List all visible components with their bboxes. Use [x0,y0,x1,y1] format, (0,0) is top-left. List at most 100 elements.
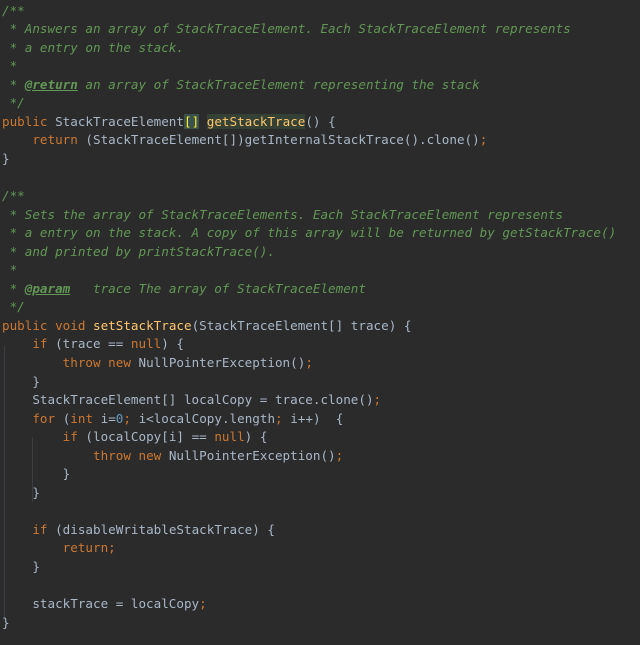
code-line[interactable]: * a entry on the stack. [2,39,184,58]
code-token: setStackTrace [93,317,192,333]
code-line[interactable]: return (StackTraceElement[])getInternalS… [2,131,487,150]
code-line[interactable]: } [2,484,40,503]
code-line[interactable]: if (trace == null) { [2,335,184,354]
code-token: public void [2,317,93,333]
code-line[interactable]: } [2,614,10,633]
code-token: () { [305,113,336,129]
code-token: * [2,262,18,278]
code-token: int [70,410,101,426]
code-token: * a entry on the stack. [2,39,184,55]
code-token: i= [100,410,116,426]
code-line[interactable]: } [2,373,40,392]
code-token: getStackTrace [206,113,306,129]
code-token: ) { [244,429,268,445]
code-token: public [2,113,56,129]
code-token: return [62,540,109,556]
code-token: */ [2,299,25,315]
code-token: ; [479,132,488,148]
code-token: ; [305,354,313,370]
code-line[interactable]: if (localCopy[i] == null) { [2,428,268,447]
code-token: @return [24,76,78,92]
code-line[interactable]: public StackTraceElement[] getStackTrace… [2,113,336,132]
code-token: */ [2,95,25,111]
code-line[interactable]: * Answers an array of StackTraceElement.… [2,20,571,39]
code-token: null [214,429,245,445]
code-token: * [2,58,18,74]
code-line[interactable]: return; [2,539,116,558]
code-token: if [32,521,56,537]
code-token: * a entry on the stack. A copy of this a… [2,225,617,241]
code-token: throw new [93,447,169,463]
code-line[interactable]: /** [2,2,25,21]
code-token: } [2,466,71,482]
code-line[interactable]: if (disableWritableStackTrace) { [2,521,275,540]
code-token: (StackTraceElement[] trace) { [191,317,412,333]
code-line[interactable]: for (int i=0; i<localCopy.length; i++) { [2,410,343,429]
code-line[interactable]: * @return an array of StackTraceElement … [2,76,480,95]
code-token: NullPointerException() [168,447,336,463]
code-token: (disableWritableStackTrace) { [55,521,275,537]
code-token: null [130,336,162,352]
code-token: * [2,76,25,92]
code-token: /** [2,2,25,18]
code-token: for [32,410,63,426]
code-token: ; [108,540,116,556]
code-token: an array of StackTraceElement representi… [77,76,480,92]
code-token: ; [123,410,139,426]
code-token: * [2,280,25,296]
code-token: } [2,150,10,166]
code-line[interactable]: * and printed by printStackTrace(). [2,243,275,262]
code-token: * and printed by printStackTrace(). [2,243,275,259]
code-token: ; [275,410,291,426]
code-line[interactable]: * [2,57,18,76]
code-token: StackTraceElement[] localCopy = trace.cl… [2,392,374,408]
code-token: ; [373,392,382,408]
code-line[interactable]: * a entry on the stack. A copy of this a… [2,224,617,243]
code-token: } [2,614,10,630]
code-line[interactable]: } [2,150,10,169]
code-token: /** [2,188,25,203]
code-token: @param [24,280,71,296]
code-token: trace The array of StackTraceElement [70,280,366,296]
code-token: } [2,559,40,574]
code-token: [] [183,113,200,129]
code-line[interactable]: public void setStackTrace(StackTraceElem… [2,317,411,336]
code-token: (StackTraceElement[])getInternalStackTra… [85,132,480,148]
code-token: stackTrace = localCopy [2,596,200,612]
code-line[interactable]: * [2,261,18,280]
code-line[interactable]: /** [2,187,25,206]
code-token: StackTraceElement [55,113,184,129]
code-line[interactable]: */ [2,298,25,317]
code-token: i++) { [290,410,344,426]
code-token: if [32,336,56,352]
code-line[interactable]: * Sets the array of StackTraceElements. … [2,206,564,225]
code-token: (localCopy[i] == [85,429,215,445]
code-token: if [62,429,86,445]
code-line[interactable]: */ [2,94,25,113]
code-line[interactable]: } [2,465,71,484]
code-token: ; [199,596,207,612]
code-token: return [32,132,86,148]
code-line[interactable]: * @param trace The array of StackTraceEl… [2,280,366,299]
code-line[interactable]: StackTraceElement[] localCopy = trace.cl… [2,391,381,410]
code-line[interactable]: throw new NullPointerException(); [2,354,313,373]
code-token: throw new [62,354,139,370]
code-token: * Sets the array of StackTraceElements. … [2,206,564,222]
code-token: } [2,373,40,389]
code-line[interactable]: stackTrace = localCopy; [2,595,207,614]
code-line[interactable]: } [2,558,40,577]
code-editor[interactable]: /** * Answers an array of StackTraceElem… [0,0,640,645]
code-line[interactable]: throw new NullPointerException(); [2,447,343,466]
code-token: * Answers an array of StackTraceElement.… [2,21,571,37]
code-token: ) { [161,336,185,352]
code-token: ; [335,447,344,463]
